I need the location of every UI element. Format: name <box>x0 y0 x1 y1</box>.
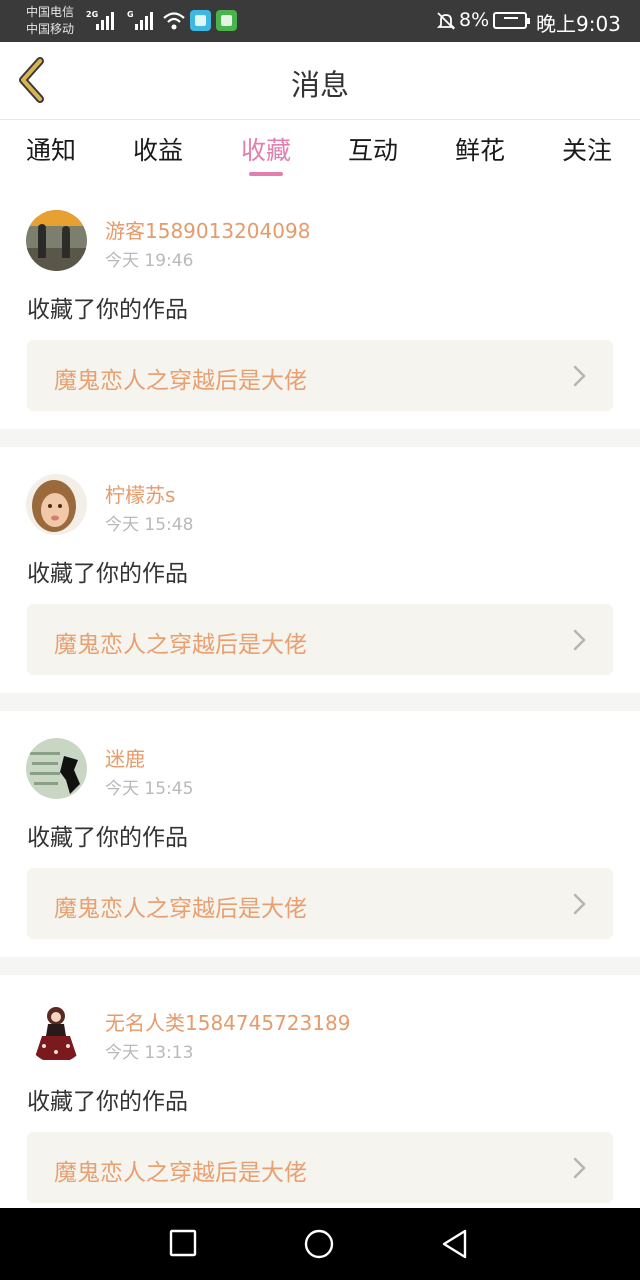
work-title: 魔鬼恋人之穿越后是大佬 <box>54 368 307 394</box>
tab-interaction[interactable]: 互动 <box>348 131 398 167</box>
notification-item: 无名人类1584745723189 今天 13:13 收藏了你的作品 魔鬼恋人之… <box>0 975 640 1221</box>
clock: 晚上9:03 <box>536 12 621 36</box>
notification-list: 游客1589013204098 今天 19:46 收藏了你的作品 魔鬼恋人之穿越… <box>0 183 640 1221</box>
divider <box>0 693 640 711</box>
home-button[interactable] <box>303 1228 335 1260</box>
action-text: 收藏了你的作品 <box>27 297 188 323</box>
work-title: 魔鬼恋人之穿越后是大佬 <box>54 896 307 922</box>
tab-bar: 通知 收益 收藏 互动 鲜花 关注 <box>0 121 640 183</box>
notification-item: 柠檬苏s 今天 15:48 收藏了你的作品 魔鬼恋人之穿越后是大佬 <box>0 447 640 693</box>
timestamp: 今天 19:46 <box>105 251 194 271</box>
work-link[interactable]: 魔鬼恋人之穿越后是大佬 <box>27 1132 613 1203</box>
tab-favorites[interactable]: 收藏 <box>241 131 291 167</box>
divider <box>0 957 640 975</box>
work-link[interactable]: 魔鬼恋人之穿越后是大佬 <box>27 868 613 939</box>
notification-item: 迷鹿 今天 15:45 收藏了你的作品 魔鬼恋人之穿越后是大佬 <box>0 711 640 957</box>
tab-notice[interactable]: 通知 <box>26 131 76 167</box>
work-title: 魔鬼恋人之穿越后是大佬 <box>54 632 307 658</box>
page-title: 消息 <box>290 68 349 102</box>
tab-flowers[interactable]: 鲜花 <box>455 131 505 167</box>
battery-icon <box>493 12 530 29</box>
chevron-right-icon <box>573 893 586 915</box>
work-link[interactable]: 魔鬼恋人之穿越后是大佬 <box>27 604 613 675</box>
network-type-label: G <box>127 10 134 19</box>
app-reader-icon <box>216 10 237 31</box>
recent-apps-button[interactable] <box>168 1228 198 1258</box>
work-title: 魔鬼恋人之穿越后是大佬 <box>54 1160 307 1186</box>
timestamp: 今天 13:13 <box>105 1043 194 1063</box>
app-book-icon <box>190 10 211 31</box>
chevron-right-icon <box>573 629 586 651</box>
carrier-name: 中国移动 <box>26 22 75 36</box>
signal-icon <box>96 12 114 30</box>
avatar[interactable] <box>26 738 87 799</box>
battery-percent: 8% <box>459 9 490 31</box>
avatar[interactable] <box>26 210 87 271</box>
tab-earnings[interactable]: 收益 <box>133 131 183 167</box>
system-nav-bar <box>0 1208 640 1280</box>
tab-follow[interactable]: 关注 <box>562 131 612 167</box>
user-name[interactable]: 柠檬苏s <box>105 479 175 508</box>
timestamp: 今天 15:45 <box>105 779 194 799</box>
notification-item: 游客1589013204098 今天 19:46 收藏了你的作品 魔鬼恋人之穿越… <box>0 183 640 429</box>
user-name[interactable]: 游客1589013204098 <box>105 215 310 244</box>
chevron-right-icon <box>573 365 586 387</box>
timestamp: 今天 15:48 <box>105 515 194 535</box>
action-text: 收藏了你的作品 <box>27 561 188 587</box>
work-link[interactable]: 魔鬼恋人之穿越后是大佬 <box>27 340 613 411</box>
active-tab-indicator <box>249 172 283 176</box>
back-nav-button[interactable] <box>440 1228 470 1260</box>
user-name[interactable]: 迷鹿 <box>105 743 145 772</box>
chevron-right-icon <box>573 1157 586 1179</box>
divider <box>0 429 640 447</box>
avatar[interactable] <box>26 1002 87 1063</box>
action-text: 收藏了你的作品 <box>27 1089 188 1115</box>
user-name[interactable]: 无名人类1584745723189 <box>105 1007 350 1036</box>
wifi-icon <box>163 12 185 30</box>
carrier-name: 中国电信 <box>26 5 75 19</box>
status-bar: 中国电信 中国移动 2G G 8% 晚上9:03 <box>0 0 640 42</box>
mute-bell-icon <box>436 12 456 30</box>
avatar[interactable] <box>26 474 87 535</box>
carrier-info: 中国电信 中国移动 <box>26 4 74 38</box>
header-bar: 消息 <box>0 42 640 120</box>
signal-icon <box>135 12 153 30</box>
action-text: 收藏了你的作品 <box>27 825 188 851</box>
